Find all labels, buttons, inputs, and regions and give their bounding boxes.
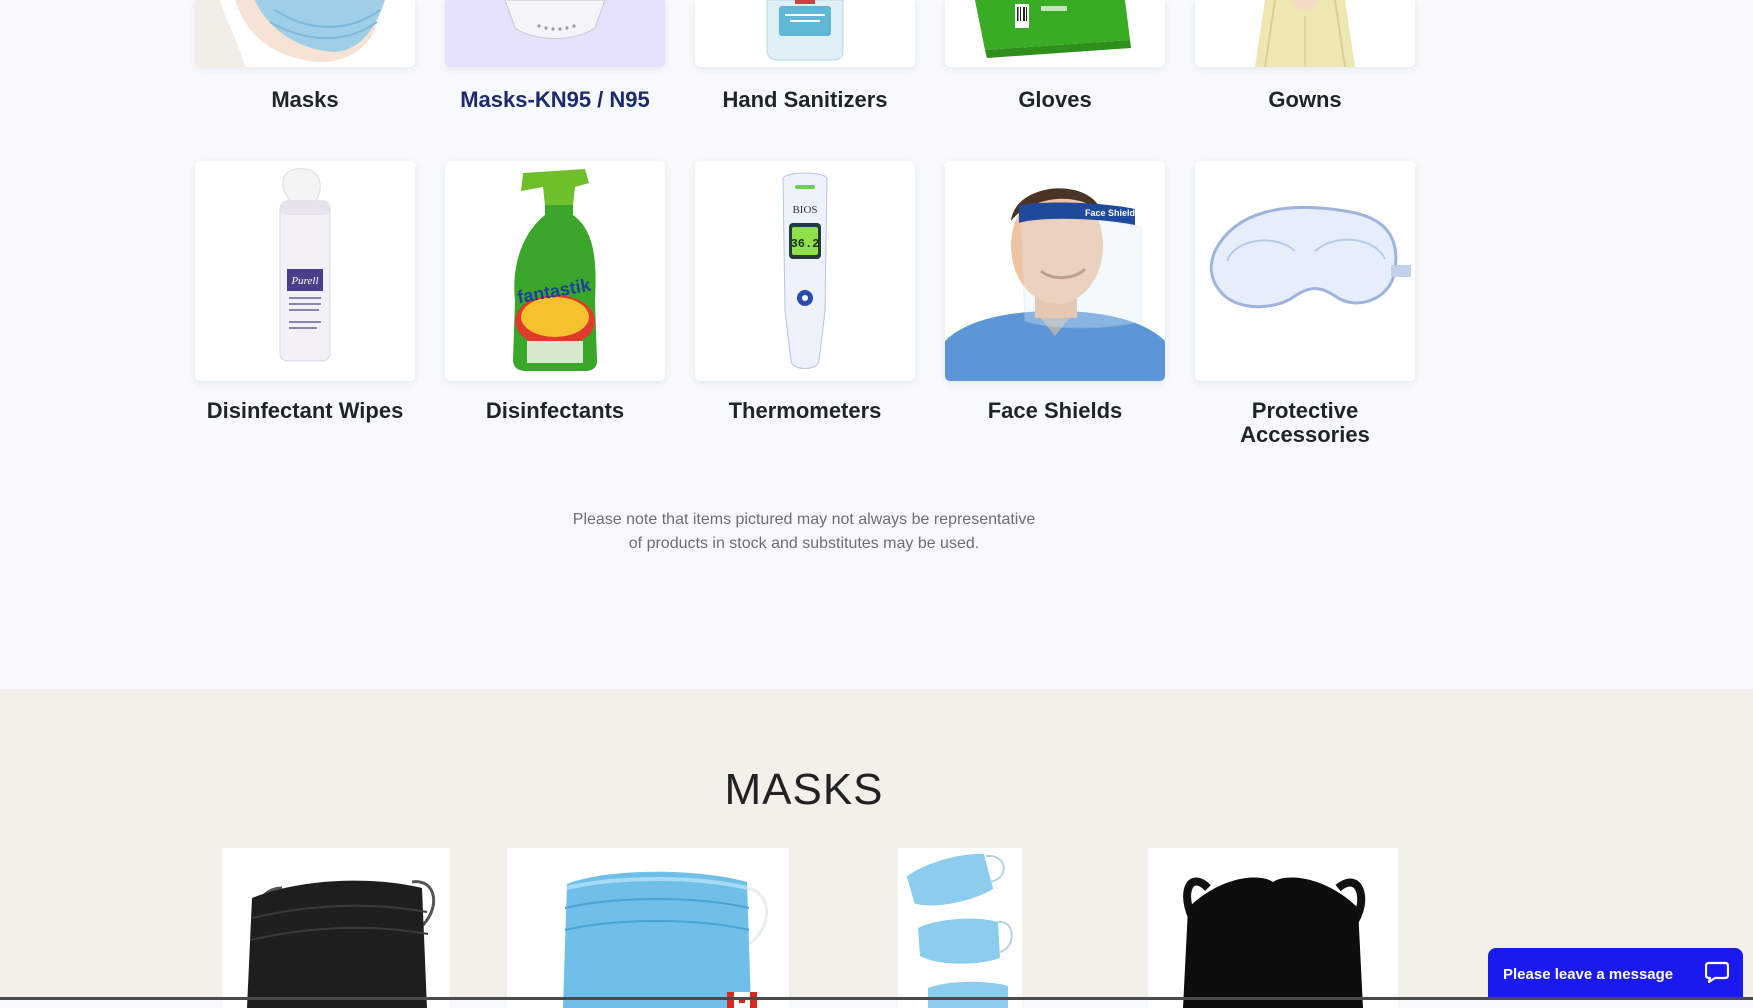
category-gowns[interactable]: Gowns <box>1195 0 1415 112</box>
category-label: Masks-KN95 / N95 <box>460 87 650 112</box>
disclaimer-line-1: Please note that items pictured may not … <box>572 511 1036 528</box>
category-thermometers[interactable]: BIOS 36.2 Thermometers <box>695 161 915 423</box>
protective-accessories-image[interactable] <box>1195 161 1415 381</box>
section-title: MASKS <box>724 765 884 814</box>
category-face-shields[interactable]: Face Shield Face Shields <box>945 161 1165 423</box>
category-label: Hand Sanitizers <box>722 87 888 112</box>
category-section: Masks Masks-KN95 / N95 Hand Sanitizers G… <box>0 0 1753 689</box>
product-card-blue-disposable-mask[interactable] <box>507 848 789 1008</box>
category-masks[interactable]: Masks <box>195 0 415 112</box>
product-card-blue-masks-stack[interactable] <box>898 848 1022 1008</box>
category-label: Thermometers <box>728 398 882 423</box>
thermometers-image[interactable]: BIOS 36.2 <box>695 161 915 381</box>
product-card-black-disposable-mask[interactable] <box>222 848 450 1008</box>
chat-label: Please leave a message <box>1503 965 1674 983</box>
category-label: Face Shields <box>987 398 1123 423</box>
face-shields-image[interactable]: Face Shield <box>945 161 1165 381</box>
category-label: Disinfectant Wipes <box>206 398 404 423</box>
disclaimer-note: Please note that items pictured may not … <box>0 508 1608 556</box>
category-label: Masks <box>271 87 339 112</box>
category-masks-kn95[interactable]: Masks-KN95 / N95 <box>445 0 665 112</box>
category-hand-sanitizers[interactable]: Hand Sanitizers <box>695 0 915 112</box>
product-card-black-cloth-mask[interactable] <box>1148 848 1398 1008</box>
thermometer-reading: 36.2 <box>791 237 820 251</box>
category-gloves[interactable]: Gloves <box>945 0 1165 112</box>
disclaimer-line-2: of products in stock and substitutes may… <box>628 535 980 552</box>
svg-text:Purell: Purell <box>290 275 318 287</box>
hand-sanitizers-image[interactable] <box>695 0 915 67</box>
category-label: Protective Accessories <box>1240 398 1370 447</box>
category-label: Gowns <box>1268 87 1342 112</box>
disinfectants-image[interactable]: fantastik <box>445 161 665 381</box>
chat-button[interactable]: Please leave a message <box>1488 948 1743 1000</box>
chat-bubble-icon <box>1704 961 1730 988</box>
gloves-image[interactable] <box>945 0 1165 67</box>
category-label: Gloves <box>1018 87 1092 112</box>
gowns-image[interactable] <box>1195 0 1415 67</box>
svg-text:Face Shield: Face Shield <box>1085 208 1135 218</box>
svg-text:BIOS: BIOS <box>792 204 817 216</box>
disinfectant-wipes-image[interactable]: Purell <box>195 161 415 381</box>
masks-image[interactable] <box>195 0 415 67</box>
masks-kn95-image[interactable] <box>445 0 665 67</box>
category-disinfectant-wipes[interactable]: Purell Disinfectant Wipes <box>195 161 415 423</box>
category-label: Disinfectants <box>485 398 625 423</box>
category-protective-accessories[interactable]: Protective Accessories <box>1195 161 1415 447</box>
category-disinfectants[interactable]: fantastik Disinfectants <box>445 161 665 423</box>
